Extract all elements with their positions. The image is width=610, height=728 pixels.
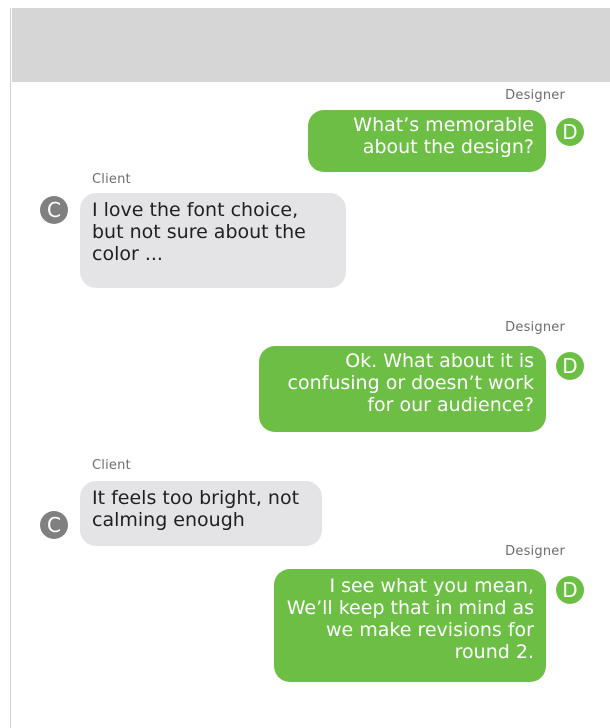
message-bubble[interactable]: It feels too bright, not calming enough bbox=[80, 481, 322, 546]
sender-label: Designer bbox=[505, 320, 565, 335]
designer-avatar[interactable]: D bbox=[556, 576, 584, 604]
client-avatar[interactable]: C bbox=[40, 196, 68, 224]
message-bubble[interactable]: Ok. What about it is confusing or doesn’… bbox=[259, 346, 546, 432]
sender-label: Client bbox=[92, 172, 131, 187]
message-bubble[interactable]: I see what you mean, We’ll keep that in … bbox=[274, 569, 546, 682]
sender-label: Designer bbox=[505, 544, 565, 559]
message-bubble[interactable]: What’s memorable about the design? bbox=[308, 110, 546, 172]
sender-label: Designer bbox=[505, 88, 565, 103]
chat-header-bar bbox=[12, 8, 610, 82]
sender-label: Client bbox=[92, 458, 131, 473]
message-bubble[interactable]: I love the font choice, but not sure abo… bbox=[80, 193, 346, 288]
designer-avatar[interactable]: D bbox=[556, 118, 584, 146]
client-avatar[interactable]: C bbox=[40, 511, 68, 539]
designer-avatar[interactable]: D bbox=[556, 352, 584, 380]
